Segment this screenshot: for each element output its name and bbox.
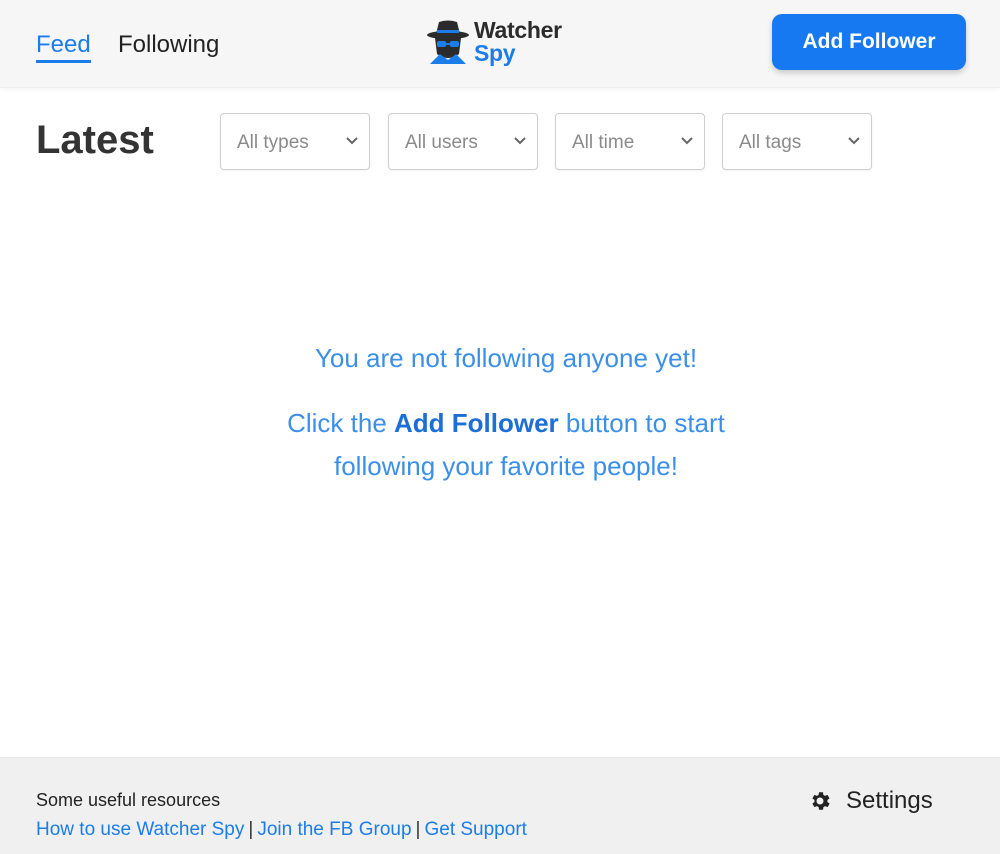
logo-wordmark: Watcher Spy (474, 17, 562, 66)
filter-tags-select[interactable]: All tags (722, 113, 872, 170)
filter-users-value: All users (405, 132, 478, 153)
chevron-down-icon (346, 137, 358, 145)
gear-icon (812, 792, 830, 810)
top-header: Feed Following Watcher Spy Add Follower (0, 0, 1000, 88)
resources-title: Some useful resources (36, 790, 221, 810)
settings-button[interactable]: Settings (808, 786, 933, 816)
empty-state-message: You are not following anyone yet! (314, 343, 698, 373)
filter-time-value: All time (572, 132, 635, 153)
filter-tags-value: All tags (739, 132, 802, 153)
link-separator: | (415, 819, 421, 840)
tab-feed[interactable]: Feed (36, 30, 91, 63)
empty-hint-prefix: Click the (287, 408, 395, 438)
empty-state-hint: Click the Add Follower button to start f… (266, 402, 746, 488)
page-title: Latest (36, 118, 154, 162)
settings-label: Settings (846, 787, 933, 814)
app-root: Feed Following Watcher Spy Add Follower … (0, 0, 1000, 854)
chevron-down-icon (848, 137, 860, 145)
filter-types-select[interactable]: All types (220, 113, 370, 170)
filter-users-select[interactable]: All users (388, 113, 538, 170)
chevron-down-icon (681, 137, 693, 145)
empty-state: You are not following anyone yet! Click … (0, 340, 1000, 488)
logo-word-spy: Spy (474, 40, 516, 66)
spy-icon (427, 20, 469, 64)
footer: Some useful resources How to use Watcher… (0, 757, 1000, 854)
add-follower-button[interactable]: Add Follower (772, 14, 966, 70)
link-separator: | (248, 819, 254, 840)
link-fb-group[interactable]: Join the FB Group (257, 819, 411, 840)
tab-following[interactable]: Following (118, 30, 219, 60)
chevron-down-icon (514, 137, 526, 145)
empty-hint-button-ref: Add Follower (394, 408, 559, 438)
link-get-support[interactable]: Get Support (424, 819, 526, 840)
link-how-to-use[interactable]: How to use Watcher Spy (36, 819, 244, 840)
resources-links: How to use Watcher Spy | Join the FB Group… (36, 819, 527, 841)
watcher-spy-logo[interactable]: Watcher Spy (426, 16, 586, 66)
logo-word-watcher: Watcher (474, 17, 562, 43)
filter-types-value: All types (237, 132, 309, 153)
filter-time-select[interactable]: All time (555, 113, 705, 170)
